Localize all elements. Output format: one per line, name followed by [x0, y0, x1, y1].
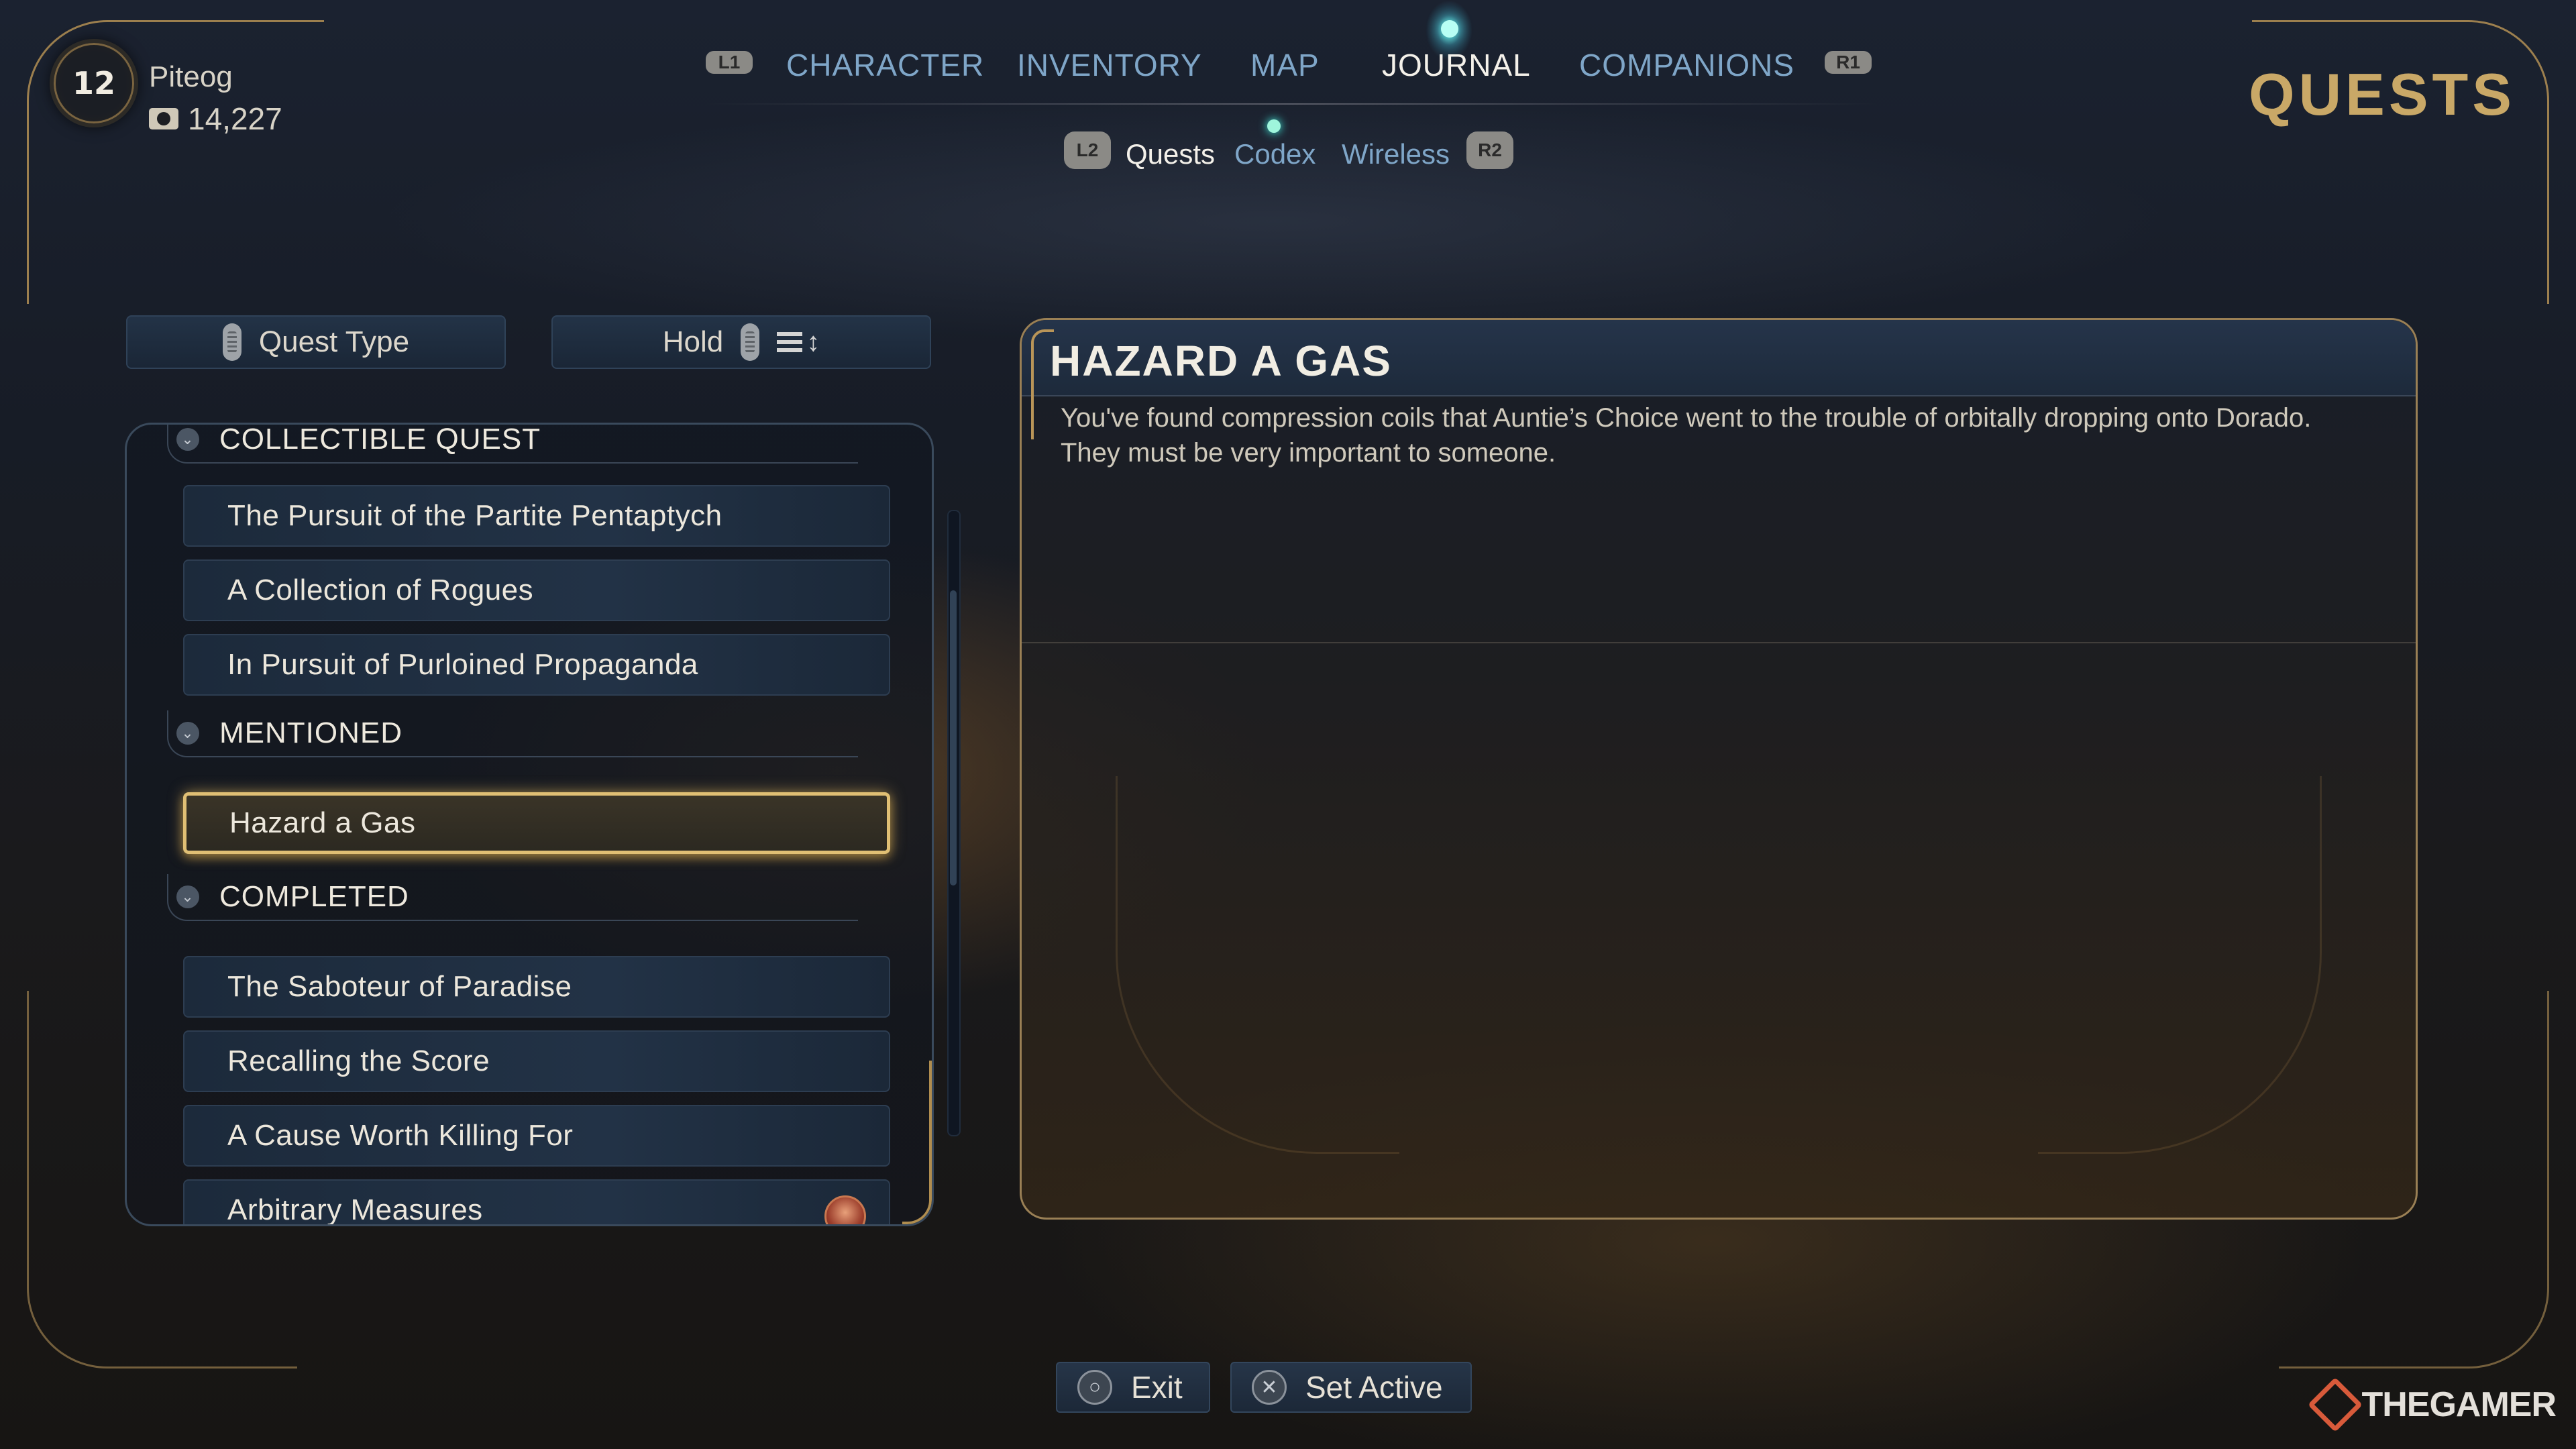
quest-detail-panel: HAZARD A GAS You've found compression co…: [1020, 318, 2418, 1220]
quest-item[interactable]: Arbitrary Measures: [183, 1179, 890, 1226]
group-header-label: COLLECTIBLE QUEST: [219, 423, 541, 455]
quest-list-panel: ⌄ COLLECTIBLE QUEST The Pursuit of the P…: [125, 423, 934, 1226]
tab-map[interactable]: MAP: [1250, 47, 1320, 83]
set-active-button[interactable]: ✕ Set Active: [1230, 1362, 1472, 1413]
tab-inventory[interactable]: INVENTORY: [1017, 47, 1202, 83]
quest-type-filter-button[interactable]: Quest Type: [126, 315, 506, 369]
quest-type-label: Quest Type: [258, 325, 410, 358]
quest-item-selected[interactable]: Hazard a Gas: [183, 792, 890, 854]
quest-item[interactable]: The Saboteur of Paradise: [183, 956, 890, 1018]
sort-button[interactable]: Hold ↕: [551, 315, 931, 369]
player-level-badge: 12: [50, 39, 138, 127]
credits-amount: 14,227: [188, 101, 282, 136]
subtab-wireless[interactable]: Wireless: [1342, 138, 1450, 170]
sort-hold-label: Hold: [662, 325, 724, 358]
detail-divider: [1022, 642, 2416, 643]
sort-icon: ↕: [777, 329, 820, 356]
quest-item[interactable]: Recalling the Score: [183, 1030, 890, 1092]
active-tab-indicator-icon: [1441, 20, 1458, 38]
quest-item[interactable]: In Pursuit of Purloined Propaganda: [183, 634, 890, 696]
quest-item[interactable]: A Collection of Rogues: [183, 559, 890, 621]
exit-label: Exit: [1131, 1370, 1183, 1405]
quest-list-scroll-thumb[interactable]: [950, 590, 957, 885]
l1-button[interactable]: L1: [706, 51, 753, 74]
cross-button-icon: ✕: [1252, 1370, 1287, 1405]
thegamer-logo-icon: [2308, 1377, 2363, 1433]
quest-detail-title: HAZARD A GAS: [1050, 337, 1392, 385]
quest-item-label: Arbitrary Measures: [227, 1193, 483, 1226]
decorative-ornament-right: [2038, 776, 2322, 1154]
player-level: 12: [72, 65, 115, 101]
r1-button[interactable]: R1: [1825, 51, 1872, 74]
companion-portrait-icon: [824, 1195, 866, 1224]
quest-detail-description: You've found compression coils that Aunt…: [1061, 403, 2312, 468]
watermark-text: THEGAMER: [2361, 1385, 2557, 1424]
player-name: Piteog: [149, 60, 233, 93]
group-header-mentioned[interactable]: ⌄ MENTIONED: [167, 710, 858, 757]
tab-companions[interactable]: COMPANIONS: [1579, 47, 1794, 83]
decorative-ornament-left: [1116, 776, 1399, 1154]
nav-divider: [704, 103, 1878, 105]
page-title: QUESTS: [2249, 61, 2516, 127]
codex-notification-icon: [1267, 119, 1281, 133]
r2-button[interactable]: R2: [1466, 131, 1513, 169]
l2-button[interactable]: L2: [1064, 131, 1111, 169]
tab-journal[interactable]: JOURNAL: [1382, 47, 1531, 83]
left-stick-icon: [222, 323, 241, 361]
chevron-down-icon: ⌄: [176, 722, 199, 745]
right-stick-icon: [741, 323, 760, 361]
group-header-completed[interactable]: ⌄ COMPLETED: [167, 874, 858, 921]
set-active-label: Set Active: [1305, 1370, 1443, 1405]
circle-button-icon: ○: [1077, 1370, 1112, 1405]
chevron-down-icon: ⌄: [176, 885, 199, 908]
subtab-quests[interactable]: Quests: [1126, 138, 1215, 170]
tab-character[interactable]: CHARACTER: [786, 47, 984, 83]
group-header-label: COMPLETED: [219, 880, 409, 913]
exit-button[interactable]: ○ Exit: [1056, 1362, 1210, 1413]
watermark: THEGAMER: [2308, 1377, 2557, 1433]
quest-item[interactable]: The Pursuit of the Partite Pentaptych: [183, 485, 890, 547]
group-header-label: MENTIONED: [219, 716, 402, 749]
chevron-down-icon: ⌄: [176, 428, 199, 451]
quest-item[interactable]: A Cause Worth Killing For: [183, 1105, 890, 1167]
credits-display: 14,227: [149, 101, 282, 137]
subtab-codex[interactable]: Codex: [1234, 138, 1316, 170]
credits-icon: [149, 108, 178, 129]
group-header-collectible[interactable]: ⌄ COLLECTIBLE QUEST: [167, 423, 858, 464]
